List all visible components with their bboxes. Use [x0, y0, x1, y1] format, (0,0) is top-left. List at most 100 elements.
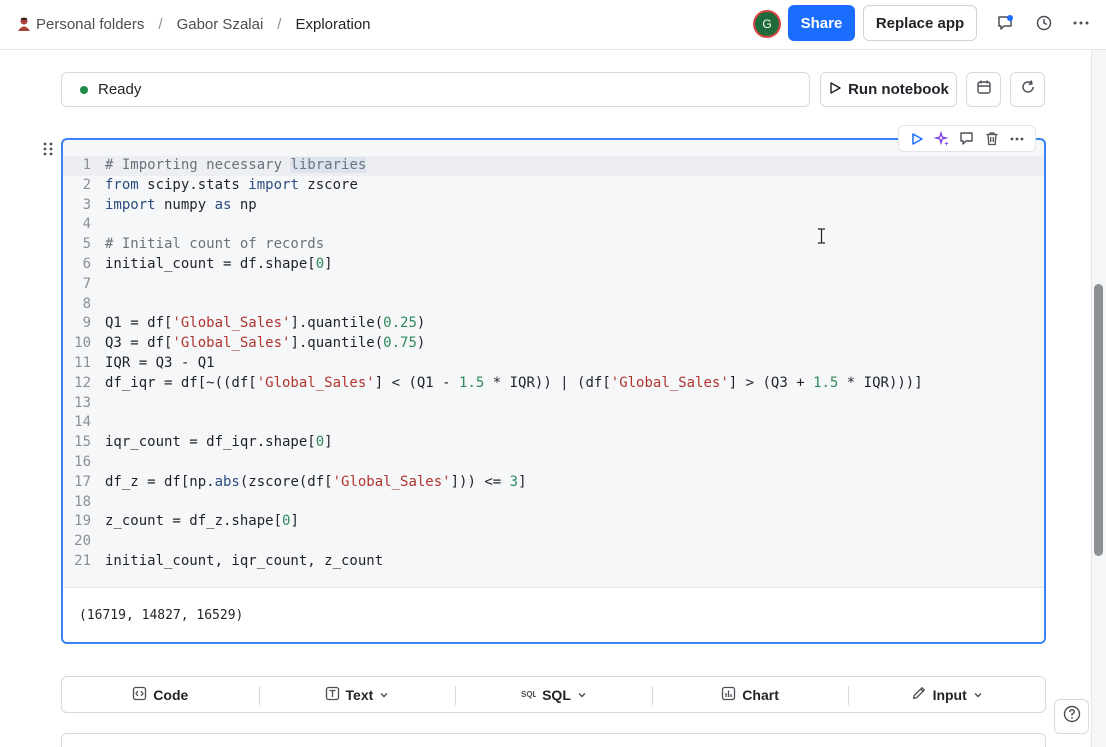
- code-line[interactable]: 12 df_iqr = df[~((df['Global_Sales'] < (Q…: [63, 374, 1044, 394]
- more-options-icon[interactable]: [1071, 13, 1091, 33]
- code-line[interactable]: 10 Q3 = df['Global_Sales'].quantile(0.75): [63, 334, 1044, 354]
- code-icon: [132, 686, 147, 704]
- line-number: 13: [74, 394, 91, 411]
- replace-app-button[interactable]: Replace app: [863, 5, 977, 41]
- kernel-status-text: Ready: [98, 81, 142, 98]
- line-number: 17: [74, 473, 91, 490]
- add-code-cell-button[interactable]: Code: [62, 677, 259, 712]
- add-chart-label: Chart: [742, 686, 779, 703]
- code-line[interactable]: 18: [63, 493, 1044, 513]
- add-input-cell-button[interactable]: Input: [848, 677, 1045, 712]
- cell-more-icon[interactable]: [1008, 130, 1026, 148]
- code-line[interactable]: 11 IQR = Q3 - Q1: [63, 354, 1044, 374]
- comment-icon[interactable]: [958, 130, 976, 148]
- cell-output: (16719, 14827, 16529): [63, 587, 1044, 642]
- add-text-cell-button[interactable]: Text: [258, 677, 456, 712]
- code-line[interactable]: 2 from scipy.stats import zscore: [63, 176, 1044, 196]
- personal-folder-icon: [16, 16, 32, 32]
- text-cursor-icon: [817, 228, 826, 244]
- line-number: 3: [82, 196, 91, 213]
- line-number: 20: [74, 533, 91, 550]
- code-line[interactable]: 20: [63, 532, 1044, 552]
- top-bar: Personal folders / Gabor Szalai / Explor…: [0, 0, 1106, 50]
- play-icon: [828, 81, 842, 99]
- line-number: 19: [74, 513, 91, 530]
- help-icon: [1063, 705, 1081, 728]
- run-notebook-label: Run notebook: [848, 81, 949, 98]
- breadcrumb-current-notebook[interactable]: Exploration: [295, 16, 370, 33]
- breadcrumb-personal-folders[interactable]: Personal folders: [36, 16, 144, 33]
- code-line[interactable]: 17 df_z = df[np.abs(zscore(df['Global_Sal…: [63, 473, 1044, 493]
- add-sql-label: SQL: [542, 686, 571, 703]
- line-number: 15: [74, 434, 91, 451]
- line-number: 8: [82, 295, 91, 312]
- cell-toolbar: [898, 125, 1036, 152]
- line-number: 10: [74, 335, 91, 352]
- code-editor[interactable]: 1 # Importing necessary libraries 2 from s…: [63, 156, 1044, 572]
- status-dot-icon: [80, 85, 88, 94]
- code-line[interactable]: 6 initial_count = df.shape[0]: [63, 255, 1044, 275]
- breadcrumb-separator: /: [158, 15, 163, 33]
- pencil-icon: [911, 685, 927, 704]
- scrollbar-thumb[interactable]: [1094, 284, 1103, 556]
- chevron-down-icon: [973, 687, 983, 703]
- cell-drag-handle-icon[interactable]: [42, 141, 54, 157]
- code-line[interactable]: 19 z_count = df_z.shape[0]: [63, 512, 1044, 532]
- code-line[interactable]: 15 iqr_count = df_iqr.shape[0]: [63, 433, 1044, 453]
- add-code-label: Code: [153, 686, 189, 703]
- share-button[interactable]: Share: [788, 5, 855, 41]
- code-line[interactable]: 1 # Importing necessary libraries: [63, 156, 1044, 176]
- schedule-button[interactable]: [966, 72, 1001, 107]
- chart-icon: [721, 686, 736, 704]
- code-line[interactable]: 5 # Initial count of records: [63, 235, 1044, 255]
- line-number: 1: [82, 157, 91, 173]
- line-number: 4: [82, 216, 91, 233]
- line-number: 14: [74, 414, 91, 431]
- text-icon: [325, 686, 340, 704]
- chevron-down-icon: [577, 687, 587, 703]
- line-number: 5: [82, 236, 91, 253]
- code-line[interactable]: 9 Q1 = df['Global_Sales'].quantile(0.25): [63, 314, 1044, 334]
- code-cell[interactable]: 1 # Importing necessary libraries 2 from s…: [61, 138, 1046, 644]
- code-line[interactable]: 8: [63, 295, 1044, 315]
- line-number: 6: [82, 255, 91, 272]
- breadcrumb: Personal folders / Gabor Szalai / Explor…: [16, 14, 371, 34]
- line-number: 21: [74, 552, 91, 569]
- delete-icon[interactable]: [983, 130, 1001, 148]
- code-line[interactable]: 13: [63, 394, 1044, 414]
- breadcrumb-separator: /: [277, 15, 282, 33]
- line-number: 9: [82, 315, 91, 332]
- avatar[interactable]: G: [753, 10, 781, 38]
- run-cell-icon[interactable]: [908, 130, 926, 148]
- breadcrumb-user[interactable]: Gabor Szalai: [177, 16, 264, 33]
- comments-icon[interactable]: [995, 13, 1015, 33]
- calendar-icon: [976, 79, 992, 100]
- code-line[interactable]: 3 import numpy as np: [63, 196, 1044, 216]
- code-line[interactable]: 4: [63, 215, 1044, 235]
- add-sql-cell-button[interactable]: SQL SQL: [455, 677, 652, 712]
- chevron-down-icon: [379, 687, 389, 703]
- next-cell[interactable]: [61, 733, 1046, 747]
- line-number: 16: [74, 453, 91, 470]
- line-number: 7: [82, 275, 91, 292]
- run-notebook-button[interactable]: Run notebook: [820, 72, 957, 107]
- refresh-button[interactable]: [1010, 72, 1045, 107]
- add-chart-cell-button[interactable]: Chart: [651, 677, 849, 712]
- line-number: 11: [74, 354, 91, 371]
- line-number: 18: [74, 493, 91, 510]
- help-button[interactable]: [1054, 699, 1089, 734]
- svg-text:SQL: SQL: [521, 690, 536, 699]
- code-line[interactable]: 16: [63, 453, 1044, 473]
- code-line[interactable]: 21 initial_count, iqr_count, z_count: [63, 552, 1044, 572]
- sql-icon: SQL: [520, 686, 538, 704]
- line-number: 12: [74, 374, 91, 391]
- ai-magic-icon[interactable]: [933, 130, 951, 148]
- line-number: 2: [82, 176, 91, 193]
- code-line[interactable]: 7: [63, 275, 1044, 295]
- add-text-label: Text: [345, 686, 374, 703]
- add-cell-bar: Code Text SQL SQL Chart Input: [61, 676, 1046, 713]
- history-icon[interactable]: [1034, 13, 1054, 33]
- add-input-label: Input: [932, 686, 967, 703]
- code-line[interactable]: 14: [63, 413, 1044, 433]
- kernel-status-bar: Ready: [61, 72, 810, 107]
